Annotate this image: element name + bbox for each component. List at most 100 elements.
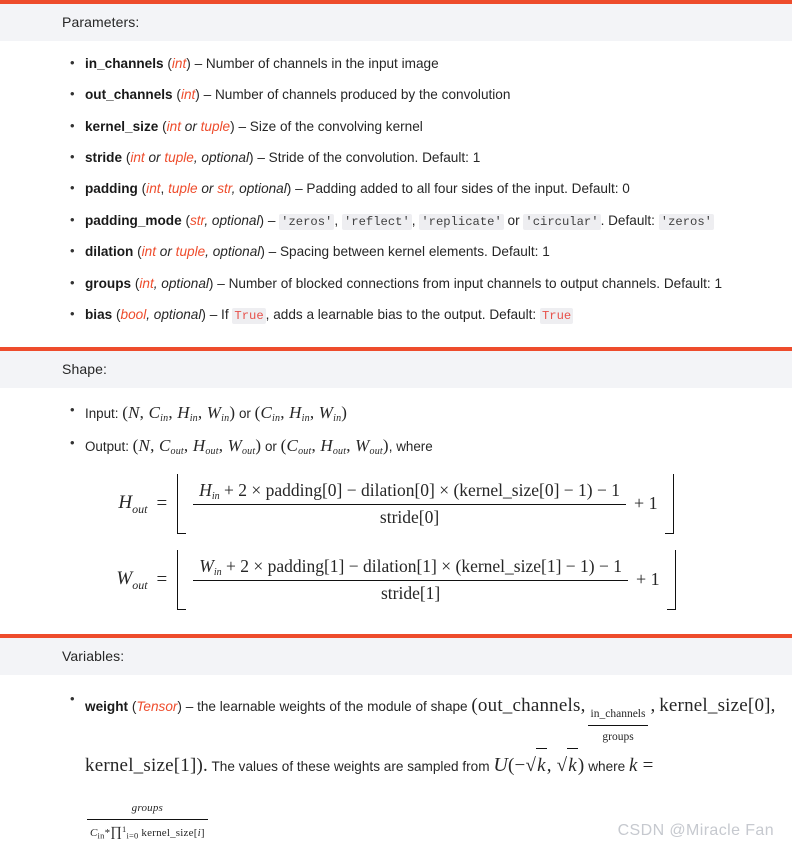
param-optional: , optional [205, 244, 261, 260]
shape-heading: Shape: [0, 351, 792, 389]
shape-input-3d: (Cin, Hin, Win) [254, 403, 348, 425]
param-type-group: (int) [176, 87, 200, 103]
type-or: or [148, 150, 161, 166]
param-type-group: (int) [167, 56, 191, 71]
equals-sign: = [156, 492, 168, 514]
shape-list: Input: (N, Cin, Hin, Win) or (Cin, Hin, … [0, 401, 792, 458]
param-name: groups [85, 275, 132, 291]
param-type: int [166, 118, 181, 134]
parameters-section: Parameters: in_channels (int) – Number o… [0, 0, 792, 347]
param-type: tuple [164, 150, 194, 166]
literal-zeros: 'zeros' [279, 213, 335, 230]
param-type-group: (int or tuple, optional) [137, 244, 265, 260]
param-type: int [141, 244, 157, 260]
fraction-group: Win + 2 × padding[1] − dilation[1] × (ke… [186, 556, 666, 604]
param-optional: , optional [204, 212, 260, 228]
param-type-group: (bool, optional) [115, 306, 206, 322]
equation-tail: + 1 [635, 569, 660, 590]
shape-input: Input: (N, Cin, Hin, Win) or (Cin, Hin, … [0, 401, 792, 425]
param-in-channels: in_channels (int) – Number of channels i… [0, 54, 792, 73]
param-type: bool [120, 306, 147, 322]
param-desc: – Size of the convolving kernel [238, 118, 423, 134]
param-name: padding_mode [85, 212, 182, 228]
literal-default-true: True [539, 307, 574, 324]
floor-left-bracket [177, 473, 187, 534]
param-type: int [146, 181, 161, 197]
type-or: or [184, 118, 197, 134]
param-type: tuple [200, 118, 231, 134]
param-desc: – If True, adds a learnable bias to the … [209, 306, 574, 324]
param-type: tuple [168, 181, 198, 197]
shape-section: Shape: Input: (N, Cin, Hin, Win) or (Cin… [0, 347, 792, 634]
param-type-group: (int, optional) [134, 275, 214, 291]
param-optional: , optional [231, 181, 287, 197]
variable-text-c: where [588, 758, 626, 774]
param-name: in_channels [85, 56, 164, 71]
literal-default-zeros: 'zeros' [658, 213, 714, 230]
param-desc: – Number of blocked connections from inp… [217, 275, 723, 291]
param-type: int [171, 56, 187, 71]
param-groups: groups (int, optional) – Number of block… [0, 274, 792, 293]
shape-output-or: or [264, 438, 277, 454]
shape-input-label: Input: [85, 406, 119, 422]
param-type-group: (int, tuple or str, optional) [141, 181, 292, 197]
param-type: int [130, 150, 145, 166]
variable-name: weight [85, 698, 129, 714]
param-padding: padding (int, tuple or str, optional) – … [0, 179, 792, 198]
param-name: out_channels [85, 87, 173, 103]
k-numerator: groups [131, 801, 164, 814]
shape-body: Input: (N, Cin, Hin, Win) or (Cin, Hin, … [0, 388, 792, 634]
equation-numerator: Win + 2 × padding[1] − dilation[1] × (ke… [199, 556, 622, 578]
param-type-group: (int or tuple, optional) [125, 150, 254, 166]
param-desc: – Stride of the convolution. Default: 1 [257, 150, 481, 166]
parameters-heading: Parameters: [0, 4, 792, 41]
in-channels-over-groups: in_channels groups [587, 704, 649, 747]
variables-heading: Variables: [0, 637, 792, 675]
variable-type: Tensor [136, 698, 178, 714]
param-out-channels: out_channels (int) – Number of channels … [0, 85, 792, 104]
param-desc: – Spacing between kernel elements. Defau… [268, 244, 550, 260]
param-optional: , optional [193, 150, 250, 166]
parameters-body: in_channels (int) – Number of channels i… [0, 41, 792, 347]
floor-left-bracket [177, 549, 187, 610]
documentation-page: Parameters: in_channels (int) – Number o… [0, 0, 792, 849]
equation-denominator: stride[0] [193, 503, 626, 528]
equation-lhs: Hout [118, 491, 148, 516]
param-type-group: (int or tuple) [162, 118, 235, 134]
type-or: or [201, 181, 214, 197]
fraction-group: Hin + 2 × padding[0] − dilation[0] × (ke… [186, 480, 664, 528]
param-type-group: (str, optional) [185, 212, 265, 228]
literal-replicate: 'replicate' [419, 213, 504, 230]
equation-hout: Hout = Hin + 2 × padding[0] − dilation[0… [0, 473, 792, 534]
shape-output: Output: (N, Cout, Hout, Wout) or (Cout, … [0, 434, 792, 458]
equation-tail: + 1 [633, 493, 658, 514]
floor-right-bracket [664, 473, 674, 534]
param-type: str [189, 212, 205, 228]
param-desc: – 'zeros', 'reflect', 'replicate' or 'ci… [267, 212, 714, 230]
uniform-distribution: U(−√k, √k) [493, 747, 584, 776]
k-denominator: Cin*∏1i=0 kernel_size[i] [87, 818, 208, 846]
param-desc: – Number of channels in the input image [194, 56, 439, 71]
equation-wout: Wout = Win + 2 × padding[1] − dilation[1… [0, 549, 792, 610]
shape-input-or: or [238, 406, 251, 422]
csdn-watermark: CSDN @Miracle Fan [617, 822, 774, 839]
variable-text-a: – the learnable weights of the module of… [185, 698, 468, 714]
shape-output-3d: (Cout, Hout, Wout) [280, 435, 389, 457]
param-type: int [180, 87, 196, 103]
param-optional: , optional [146, 306, 202, 322]
param-desc: – Number of channels produced by the con… [203, 87, 511, 103]
variable-type-group: (Tensor) [131, 698, 182, 714]
equals-sign: = [156, 568, 168, 590]
param-dilation: dilation (int or tuple, optional) – Spac… [0, 242, 792, 261]
param-name: dilation [85, 244, 134, 260]
k-fraction: groups Cin*∏1i=0 kernel_size[i] [87, 799, 208, 846]
param-type: tuple [175, 244, 206, 260]
equation-numerator: Hin + 2 × padding[0] − dilation[0] × (ke… [199, 480, 620, 502]
literal-reflect: 'reflect' [341, 213, 412, 230]
param-bias: bias (bool, optional) – If True, adds a … [0, 305, 792, 324]
param-type: str [217, 181, 232, 197]
frac-numerator: in_channels [590, 708, 646, 721]
param-padding-mode: padding_mode (str, optional) – 'zeros', … [0, 211, 792, 230]
parameters-list: in_channels (int) – Number of channels i… [0, 54, 792, 324]
param-name: bias [85, 306, 113, 322]
